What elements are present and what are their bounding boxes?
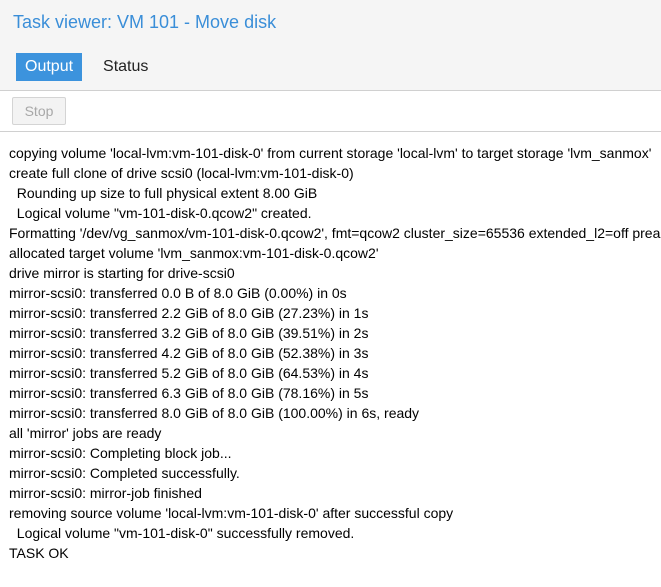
log-line: mirror-scsi0: Completed successfully. bbox=[9, 465, 240, 481]
task-viewer-window: Task viewer: VM 101 - Move disk Output S… bbox=[0, 0, 661, 587]
log-line: all 'mirror' jobs are ready bbox=[9, 425, 162, 441]
tab-status[interactable]: Status bbox=[94, 53, 157, 81]
log-line: mirror-scsi0: transferred 8.0 GiB of 8.0… bbox=[9, 405, 420, 421]
log-line: mirror-scsi0: transferred 6.3 GiB of 8.0… bbox=[9, 385, 369, 401]
log-line: mirror-scsi0: Completing block job... bbox=[9, 445, 232, 461]
log-line: drive mirror is starting for drive-scsi0 bbox=[9, 265, 235, 281]
task-log-output: copying volume 'local-lvm:vm-101-disk-0'… bbox=[0, 132, 661, 587]
log-line: Logical volume "vm-101-disk-0" successfu… bbox=[9, 525, 355, 541]
log-line: mirror-scsi0: transferred 4.2 GiB of 8.0… bbox=[9, 345, 369, 361]
tab-bar: Output Status bbox=[16, 53, 157, 81]
log-line: Rounding up size to full physical extent… bbox=[9, 185, 318, 201]
window-header: Task viewer: VM 101 - Move disk Output S… bbox=[0, 0, 661, 91]
log-line: mirror-scsi0: transferred 5.2 GiB of 8.0… bbox=[9, 365, 369, 381]
log-line: allocated target volume 'lvm_sanmox:vm-1… bbox=[9, 245, 379, 261]
log-line: mirror-scsi0: transferred 2.2 GiB of 8.0… bbox=[9, 305, 369, 321]
log-line: mirror-scsi0: mirror-job finished bbox=[9, 485, 202, 501]
log-line: TASK OK bbox=[9, 545, 69, 561]
log-line: mirror-scsi0: transferred 0.0 B of 8.0 G… bbox=[9, 285, 347, 301]
log-line: copying volume 'local-lvm:vm-101-disk-0'… bbox=[9, 145, 652, 161]
window-title: Task viewer: VM 101 - Move disk bbox=[13, 12, 277, 32]
log-line: removing source volume 'local-lvm:vm-101… bbox=[9, 505, 454, 521]
log-line: Logical volume "vm-101-disk-0.qcow2" cre… bbox=[9, 205, 312, 221]
log-line: Formatting '/dev/vg_sanmox/vm-101-disk-0… bbox=[9, 225, 661, 241]
stop-button[interactable]: Stop bbox=[12, 97, 66, 125]
tab-output[interactable]: Output bbox=[16, 53, 83, 81]
toolbar: Stop bbox=[0, 91, 661, 132]
log-line: mirror-scsi0: transferred 3.2 GiB of 8.0… bbox=[9, 325, 369, 341]
log-line: create full clone of drive scsi0 (local-… bbox=[9, 165, 354, 181]
